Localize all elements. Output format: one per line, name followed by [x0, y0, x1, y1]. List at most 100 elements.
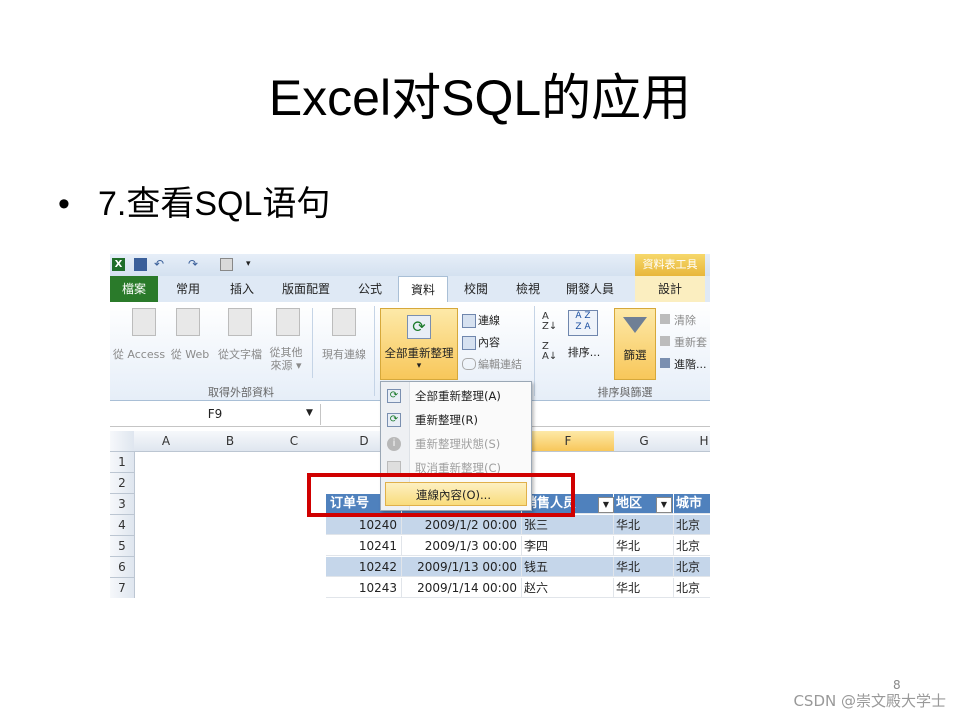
- refresh-all-dropdown-arrow: ▾: [416, 361, 422, 371]
- menu-item-refresh-status[interactable]: i 重新整理狀態(S): [381, 432, 531, 456]
- table-cell[interactable]: 华北: [614, 578, 674, 598]
- bullet-text: 7.查看SQL语句: [98, 185, 331, 223]
- name-box-dropdown-icon[interactable]: ▼: [306, 408, 313, 418]
- table-cell[interactable]: 北京: [674, 536, 710, 556]
- table-cell[interactable]: 李四: [522, 536, 614, 556]
- table-cell[interactable]: 赵六: [522, 578, 614, 598]
- filter-label: 篩選: [623, 348, 647, 362]
- excel-screenshot: X ↶ ↷ ▾ 資料表工具 檔案 常用 插入 版面配置 公式 資料 校閱 檢視 …: [110, 254, 710, 598]
- web-icon: [176, 308, 200, 336]
- table-cell[interactable]: 北京: [674, 578, 710, 598]
- sort-ascending-icon[interactable]: A Z↓: [542, 312, 557, 332]
- table-cell[interactable]: 10240: [326, 515, 402, 535]
- sort-dialog-icon: A ZZ A: [568, 310, 598, 336]
- refresh-all-button[interactable]: ⟳ 全部重新整理 ▾: [380, 308, 458, 380]
- excel-logo-icon: X: [112, 258, 125, 271]
- ribbon-separator: [534, 306, 535, 396]
- column-header[interactable]: B: [198, 431, 263, 452]
- column-header[interactable]: G: [614, 431, 675, 452]
- menu-item-refresh-all[interactable]: ⟳ 全部重新整理(A): [381, 384, 531, 408]
- from-other-sources-button[interactable]: 從其他 來源 ▾: [266, 346, 306, 372]
- print-preview-icon[interactable]: [220, 258, 233, 271]
- table-cell[interactable]: 北京: [674, 515, 710, 535]
- ribbon-tabs: 檔案 常用 插入 版面配置 公式 資料 校閱 檢視 開發人員 設計: [110, 276, 710, 304]
- table-cell[interactable]: 北京: [674, 557, 710, 577]
- filter-dropdown-icon[interactable]: ▼: [656, 497, 672, 513]
- refresh-all-icon: ⟳: [387, 389, 401, 403]
- tab-formulas[interactable]: 公式: [350, 276, 390, 302]
- customize-qat-icon[interactable]: ▾: [246, 258, 259, 271]
- connections-button[interactable]: 連線: [478, 312, 500, 328]
- row-header[interactable]: 5: [110, 536, 135, 557]
- existing-connections-button[interactable]: 現有連線: [316, 346, 372, 362]
- info-icon: i: [387, 437, 401, 451]
- table-tools-context-header: 資料表工具: [635, 254, 705, 276]
- undo-icon[interactable]: ↶: [154, 258, 167, 271]
- highlight-annotation-box: [307, 473, 575, 517]
- filter-button[interactable]: 篩選: [614, 308, 656, 380]
- tab-view[interactable]: 檢視: [508, 276, 548, 302]
- quick-access-toolbar: X ↶ ↷ ▾: [110, 254, 710, 276]
- tab-review[interactable]: 校閱: [456, 276, 496, 302]
- tab-home[interactable]: 常用: [168, 276, 208, 302]
- table-cell[interactable]: 2009/1/2 00:00: [402, 515, 522, 535]
- table-cell[interactable]: 华北: [614, 557, 674, 577]
- ribbon-separator: [312, 308, 313, 378]
- tab-design[interactable]: 設計: [635, 276, 705, 302]
- ribbon-separator: [374, 306, 375, 396]
- row-header[interactable]: 4: [110, 515, 135, 536]
- table-cell[interactable]: 钱五: [522, 557, 614, 577]
- column-header[interactable]: A: [134, 431, 199, 452]
- advanced-filter-icon: [660, 358, 670, 368]
- properties-button[interactable]: 內容: [478, 334, 500, 350]
- table-cell[interactable]: 10241: [326, 536, 402, 556]
- refresh-all-label: 全部重新整理: [384, 346, 454, 360]
- save-icon[interactable]: [134, 258, 147, 271]
- table-cell[interactable]: 10242: [326, 557, 402, 577]
- existing-connections-icon: [332, 308, 356, 336]
- tab-data[interactable]: 資料: [398, 276, 448, 304]
- bullet-item: • 7.查看SQL语句: [58, 176, 330, 225]
- edit-links-icon: [462, 358, 476, 370]
- table-cell[interactable]: 2009/1/3 00:00: [402, 536, 522, 556]
- text-file-icon: [228, 308, 252, 336]
- select-all-corner[interactable]: [110, 431, 135, 452]
- row-header[interactable]: 2: [110, 473, 135, 494]
- table-header-cell[interactable]: 城市: [674, 494, 710, 514]
- row-header[interactable]: 7: [110, 578, 135, 598]
- menu-item-refresh[interactable]: ⟳ 重新整理(R): [381, 408, 531, 432]
- column-header[interactable]: F: [522, 431, 615, 452]
- group-label-sort-filter: 排序與篩選: [597, 386, 653, 399]
- tab-developer[interactable]: 開發人員: [560, 276, 620, 302]
- sort-descending-icon[interactable]: Z A↓: [542, 342, 557, 362]
- table-cell[interactable]: 张三: [522, 515, 614, 535]
- clear-filter-button[interactable]: 清除: [674, 312, 696, 328]
- table-cell[interactable]: 10243: [326, 578, 402, 598]
- table-cell[interactable]: 2009/1/14 00:00: [402, 578, 522, 598]
- from-web-button[interactable]: 從 Web: [168, 346, 212, 362]
- row-header[interactable]: 3: [110, 494, 135, 515]
- clear-filter-icon: [660, 314, 670, 324]
- reapply-filter-icon: [660, 336, 670, 346]
- tab-insert[interactable]: 插入: [222, 276, 262, 302]
- table-cell[interactable]: 2009/1/13 00:00: [402, 557, 522, 577]
- row-header[interactable]: 1: [110, 452, 135, 473]
- name-box[interactable]: F9: [110, 404, 321, 425]
- edit-links-button[interactable]: 編輯連結: [478, 356, 522, 372]
- tab-page-layout[interactable]: 版面配置: [276, 276, 336, 302]
- table-cell[interactable]: 华北: [614, 515, 674, 535]
- filter-dropdown-icon[interactable]: ▼: [598, 497, 614, 513]
- from-access-button[interactable]: 從 Access: [110, 346, 168, 362]
- tab-file[interactable]: 檔案: [110, 276, 158, 302]
- table-cell[interactable]: 华北: [614, 536, 674, 556]
- sort-button[interactable]: 排序...: [562, 344, 606, 360]
- bullet-dot: •: [58, 185, 70, 223]
- from-text-button[interactable]: 從文字檔: [212, 346, 268, 362]
- advanced-filter-button[interactable]: 進階...: [674, 356, 707, 372]
- redo-icon[interactable]: ↷: [188, 258, 201, 271]
- properties-icon: [462, 336, 476, 350]
- row-header[interactable]: 6: [110, 557, 135, 578]
- reapply-filter-button[interactable]: 重新套: [674, 334, 707, 350]
- column-header[interactable]: C: [262, 431, 327, 452]
- column-header[interactable]: H: [674, 431, 710, 452]
